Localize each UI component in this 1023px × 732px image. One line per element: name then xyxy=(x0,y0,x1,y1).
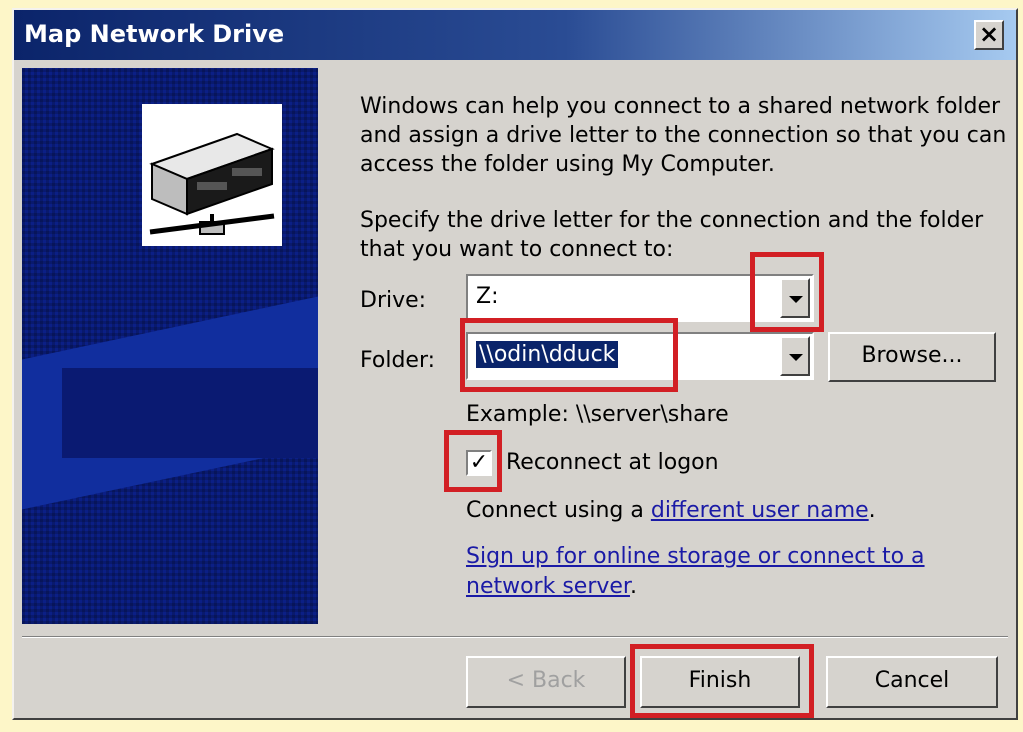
window-title: Map Network Drive xyxy=(24,20,285,48)
folder-label: Folder: xyxy=(360,348,436,373)
highlight-folder-input xyxy=(460,318,678,392)
connect-prefix: Connect using a xyxy=(466,498,651,523)
reconnect-label[interactable]: Reconnect at logon xyxy=(506,450,719,475)
signup-suffix: . xyxy=(629,574,637,599)
wizard-side-graphic xyxy=(22,68,318,624)
separator xyxy=(22,636,1008,638)
connect-different-user-line: Connect using a different user name. xyxy=(466,498,876,523)
map-network-drive-dialog: Map Network Drive × Windows can help you… xyxy=(12,8,1018,720)
different-user-name-link[interactable]: different user name xyxy=(651,498,869,523)
highlight-finish-button xyxy=(630,644,814,718)
browse-button[interactable]: Browse... xyxy=(828,332,996,382)
back-button[interactable]: < Back xyxy=(466,656,626,708)
example-text: Example: \\server\share xyxy=(466,402,729,427)
instruction-text: Specify the drive letter for the connect… xyxy=(360,208,984,262)
title-bar: Map Network Drive × xyxy=(14,10,1016,60)
highlight-reconnect-checkbox xyxy=(444,430,502,492)
intro-text: Windows can help you connect to a shared… xyxy=(360,94,1007,177)
cancel-button[interactable]: Cancel xyxy=(826,656,998,708)
close-button[interactable]: × xyxy=(974,20,1004,50)
drive-label: Drive: xyxy=(360,288,427,313)
signup-line: Sign up for online storage or connect to… xyxy=(466,542,956,602)
network-drive-icon xyxy=(142,104,282,246)
drive-value: Z: xyxy=(476,284,499,309)
close-icon: × xyxy=(978,20,1000,48)
highlight-drive-dropdown xyxy=(750,252,824,332)
connect-suffix: . xyxy=(868,498,876,523)
signup-link[interactable]: Sign up for online storage or connect to… xyxy=(466,544,925,599)
folder-dropdown-button[interactable] xyxy=(780,336,810,376)
